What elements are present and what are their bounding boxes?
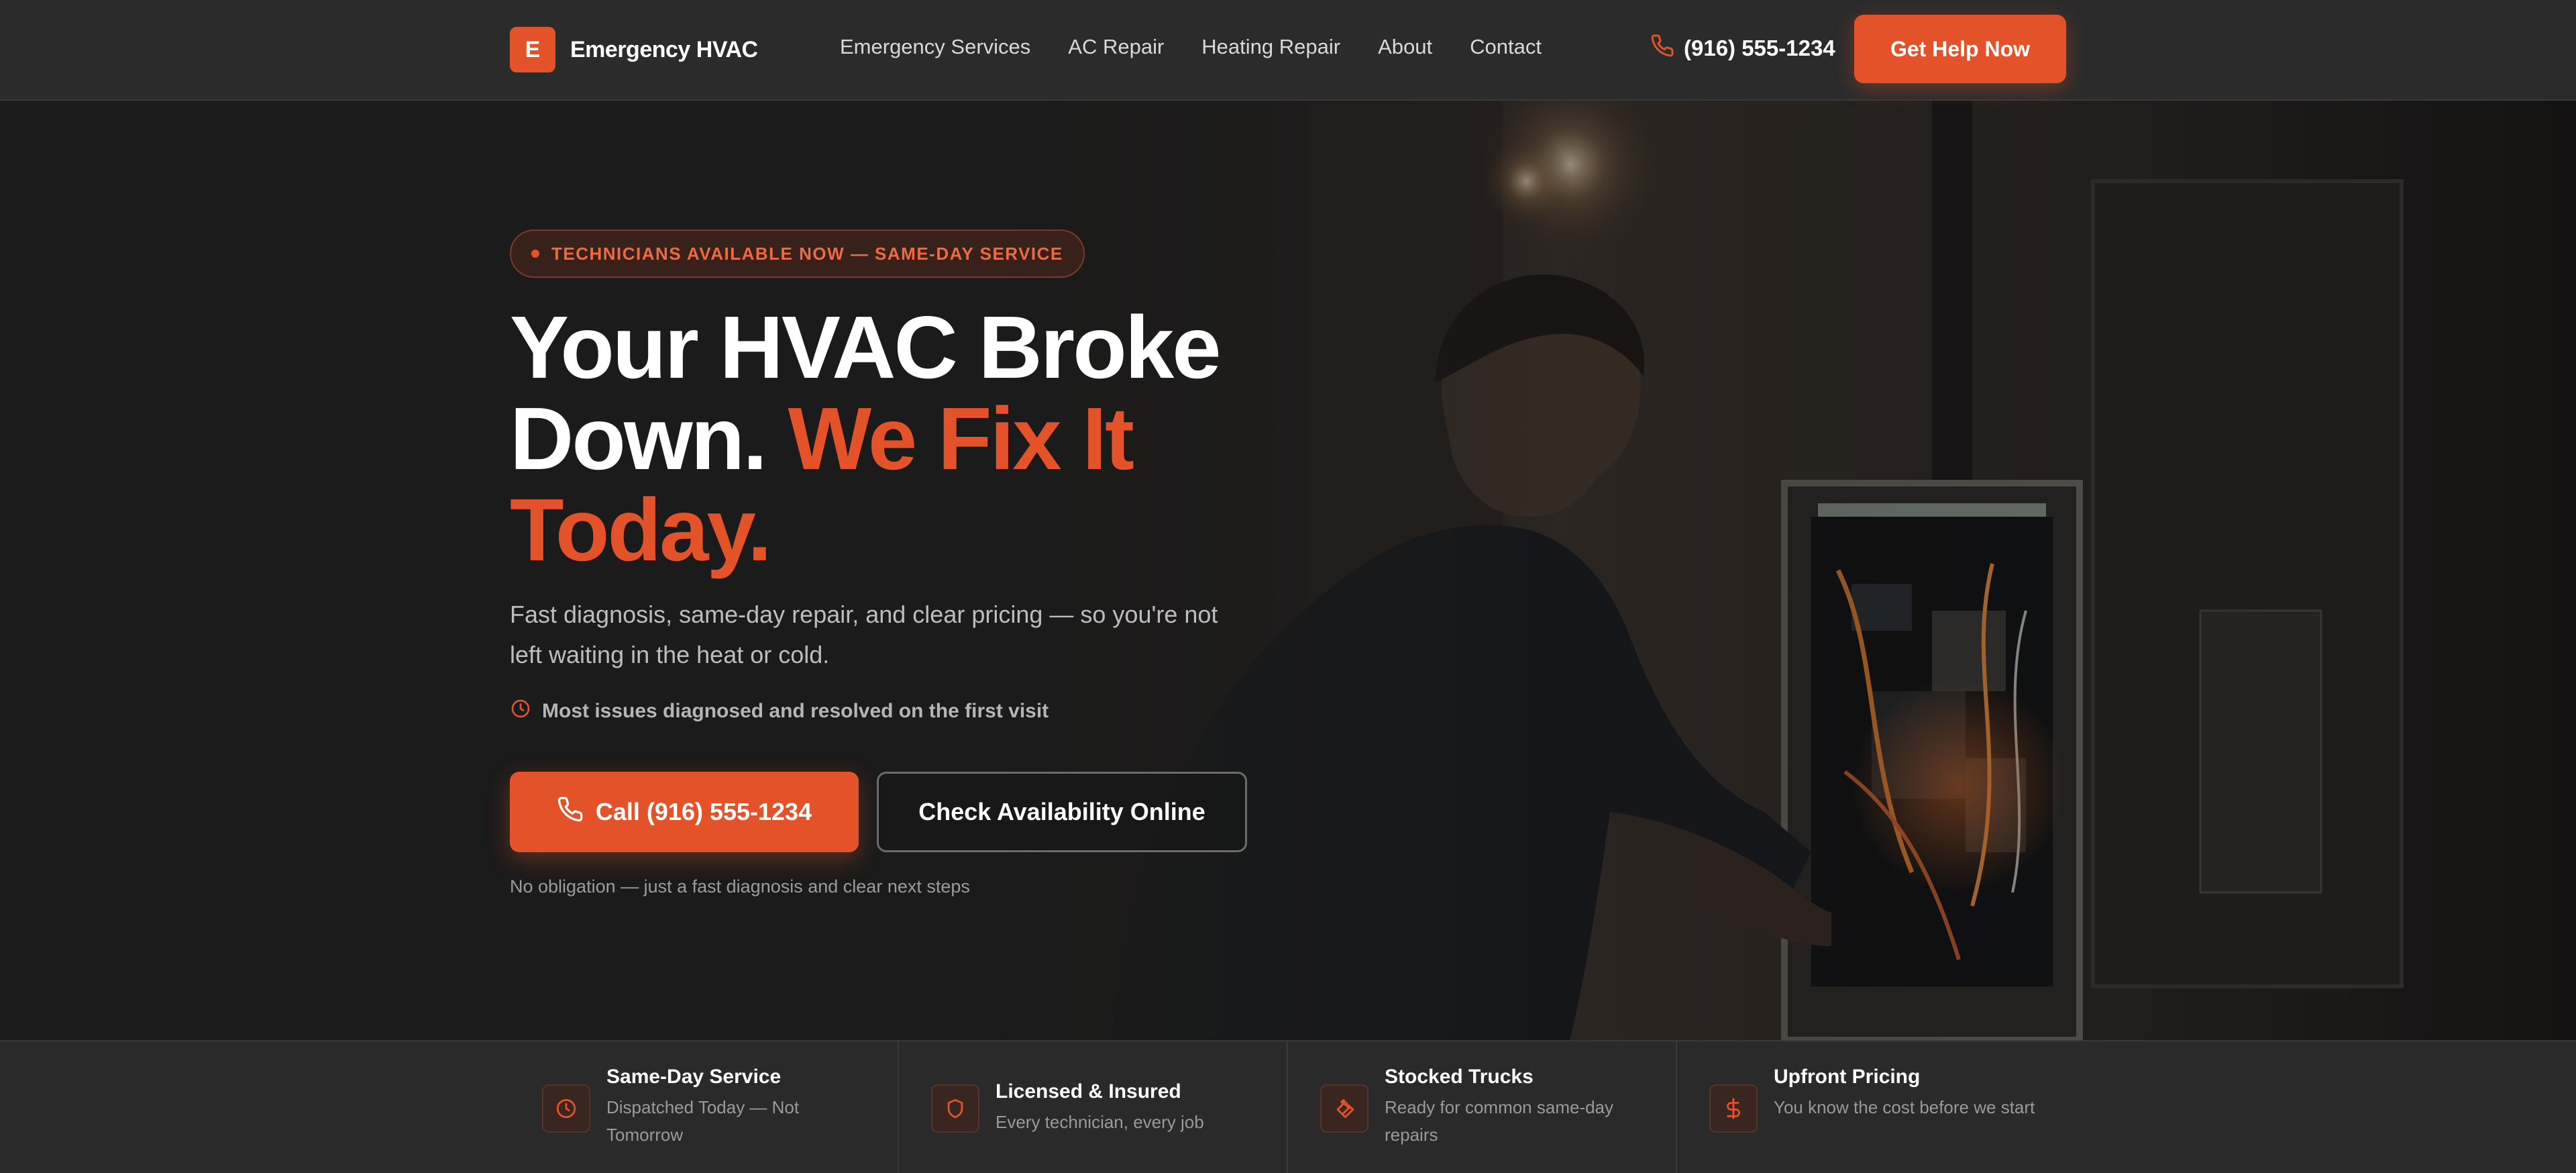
check-availability-button[interactable]: Check Availability Online (877, 772, 1247, 852)
feature-licensed-insured: Licensed & Insured Every technician, eve… (899, 1041, 1288, 1173)
top-navigation: E Emergency HVAC Emergency Services AC R… (0, 0, 2576, 101)
phone-icon (557, 796, 584, 829)
get-help-now-button[interactable]: Get Help Now (1854, 15, 2066, 83)
brand-logo[interactable]: E Emergency HVAC (510, 27, 758, 72)
phone-icon (1650, 34, 1674, 63)
nav-link-contact[interactable]: Contact (1470, 35, 1542, 59)
feature-description: Dispatched Today — Not Tomorrow (606, 1097, 800, 1145)
shield-icon (931, 1084, 979, 1133)
call-now-button-label: Call (916) 555-1234 (595, 798, 812, 825)
clock-icon (510, 698, 531, 725)
feature-upfront-pricing: Upfront Pricing You know the cost before… (1677, 1041, 2066, 1173)
call-now-button[interactable]: Call (916) 555-1234 (510, 772, 859, 852)
nav-links: Emergency Services AC Repair Heating Rep… (840, 35, 1542, 59)
nav-link-heating-repair[interactable]: Heating Repair (1201, 35, 1340, 59)
no-obligation-note: No obligation — just a fast diagnosis an… (510, 876, 970, 897)
feature-description: Ready for common same-day repairs (1385, 1097, 1614, 1145)
wrench-icon (1320, 1084, 1368, 1133)
feature-same-day-service: Same-Day Service Dispatched Today — Not … (510, 1041, 899, 1173)
brand-name: Emergency HVAC (570, 36, 758, 62)
feature-description: You know the cost before we start (1774, 1097, 2035, 1117)
nav-phone-number: (916) 555-1234 (1684, 36, 1835, 60)
first-visit-note: Most issues diagnosed and resolved on th… (510, 698, 1049, 725)
hero-section: TECHNICIANS AVAILABLE NOW — SAME-DAY SER… (0, 101, 2576, 1040)
availability-badge-text: TECHNICIANS AVAILABLE NOW — SAME-DAY SER… (551, 243, 1063, 264)
feature-title: Upfront Pricing (1774, 1066, 1921, 1088)
hero-headline: Your HVAC Broke Down. We Fix It Today. (510, 302, 1315, 576)
feature-description: Every technician, every job (996, 1112, 1204, 1132)
feature-title: Licensed & Insured (996, 1080, 1181, 1103)
brand-mark: E (510, 27, 555, 72)
nav-link-emergency-services[interactable]: Emergency Services (840, 35, 1030, 59)
clock-icon (542, 1084, 590, 1133)
nav-link-about[interactable]: About (1378, 35, 1432, 59)
features-bar: Same-Day Service Dispatched Today — Not … (0, 1040, 2576, 1173)
feature-title: Stocked Trucks (1385, 1066, 1534, 1088)
status-dot-icon (531, 250, 539, 258)
feature-stocked-trucks: Stocked Trucks Ready for common same-day… (1288, 1041, 1677, 1173)
feature-title: Same-Day Service (606, 1066, 782, 1088)
hero-subheading: Fast diagnosis, same-day repair, and cle… (510, 601, 1218, 668)
first-visit-note-text: Most issues diagnosed and resolved on th… (542, 700, 1049, 722)
availability-badge: TECHNICIANS AVAILABLE NOW — SAME-DAY SER… (510, 230, 1085, 278)
dollar-icon (1709, 1084, 1758, 1133)
nav-link-ac-repair[interactable]: AC Repair (1068, 35, 1164, 59)
nav-phone-link[interactable]: (916) 555-1234 (1650, 34, 1835, 63)
